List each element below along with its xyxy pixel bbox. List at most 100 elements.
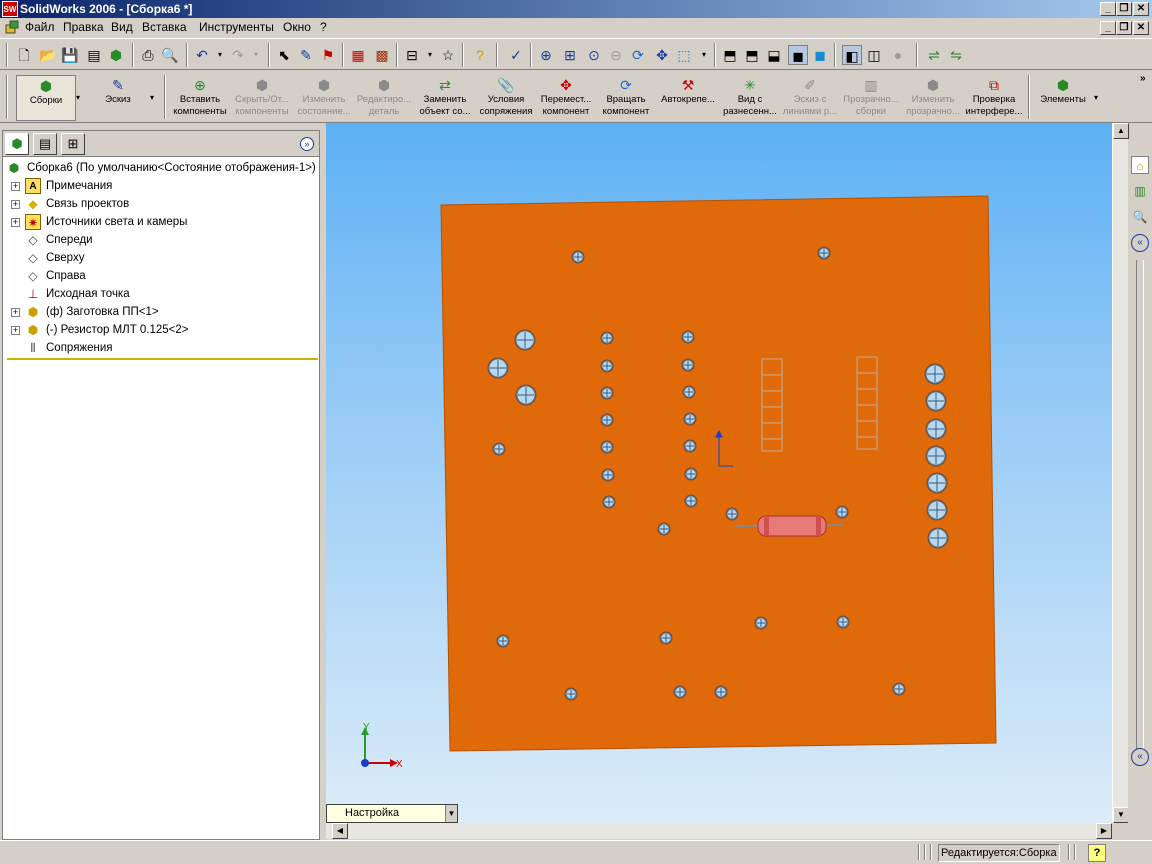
tree-item-front-plane[interactable]: ◇ Спереди — [3, 231, 319, 249]
panel-expand-icon[interactable]: » — [300, 137, 314, 151]
task-pane-divider[interactable] — [1136, 260, 1144, 750]
zoom-in-icon[interactable]: ⊙ — [584, 45, 604, 65]
expand-icon[interactable]: + — [11, 308, 20, 317]
graphics-area[interactable]: Y X — [326, 123, 1112, 823]
undo-dropdown-icon[interactable]: ▾ — [210, 45, 230, 65]
scroll-down-button[interactable]: ▼ — [1113, 807, 1129, 823]
tree-item-mates[interactable]: ⦀ Сопряжения — [3, 339, 319, 357]
assembly-dropdown-icon[interactable]: ▾ — [76, 93, 80, 102]
expand-icon[interactable]: + — [11, 182, 20, 191]
command-hide-show[interactable]: ⬢ Скрыть/От... компоненты — [232, 75, 292, 121]
menu-view[interactable]: Вид — [111, 20, 133, 35]
make-assembly-icon[interactable]: ⬢ — [106, 45, 126, 65]
tree-item-right-plane[interactable]: ◇ Справа — [3, 267, 319, 285]
chevron-down-icon[interactable]: ▼ — [445, 805, 457, 822]
command-rotate[interactable]: ⟳ Вращать компонент — [596, 75, 656, 121]
save-icon[interactable]: 💾 — [60, 45, 80, 65]
redo-dropdown-icon[interactable]: ▾ — [246, 45, 266, 65]
hidden-lines-removed-icon[interactable]: ⬓ — [764, 45, 784, 65]
doc-close-button[interactable]: ✕ — [1133, 21, 1149, 35]
close-button[interactable]: ✕ — [1133, 2, 1149, 16]
redo-icon[interactable]: ↷ — [228, 45, 248, 65]
zoom-area-icon[interactable]: ⊞ — [560, 45, 580, 65]
command-explode-line[interactable]: ✐ Эскиз с линиями р... — [780, 75, 840, 121]
home-icon[interactable]: ⌂ — [1131, 156, 1149, 174]
customize-icon[interactable]: ☆ — [438, 45, 458, 65]
tab-property-manager[interactable]: ▤ — [33, 133, 57, 155]
command-move[interactable]: ✥ Перемест... компонент — [536, 75, 596, 121]
menu-help[interactable]: ? — [320, 20, 327, 35]
scroll-left-button[interactable]: ◀ — [332, 823, 348, 839]
wireframe-icon[interactable]: ⬒ — [720, 45, 740, 65]
shaded-with-edges-icon[interactable]: ◼ — [788, 45, 808, 65]
tree-item-lights[interactable]: + ✷ Источники света и камеры — [3, 213, 319, 231]
command-replace[interactable]: ⇄ Заменить объект со... — [414, 75, 476, 121]
command-sketch[interactable]: ✎ Эскиз — [88, 75, 148, 121]
new-icon[interactable]: 🗋 — [14, 45, 34, 65]
expand-icon[interactable]: + — [11, 200, 20, 209]
title-bar[interactable]: SW SolidWorks 2006 - [Сборка6 *] _ ❐ ✕ — [0, 0, 1152, 18]
command-interference[interactable]: ⧉ Проверка интерфере... — [964, 75, 1024, 121]
file-properties-icon[interactable]: ▦ — [348, 45, 368, 65]
perspective-icon[interactable]: ◫ — [864, 45, 884, 65]
command-explode[interactable]: ✳ Вид с разнесенн... — [720, 75, 780, 121]
horizontal-scrollbar[interactable]: ◀ ▶ — [326, 823, 1112, 839]
command-change-state[interactable]: ⬢ Изменить состояние... — [294, 75, 354, 121]
menu-insert[interactable]: Вставка — [142, 20, 187, 35]
sketch-dropdown-icon[interactable]: ▾ — [150, 93, 154, 102]
task-pane-icon[interactable]: ⊟ — [402, 45, 422, 65]
rotate-view-icon[interactable]: ⟳ — [628, 45, 648, 65]
tab-feature-tree[interactable]: ⬢ — [5, 133, 29, 155]
design-library-icon[interactable]: ▥ — [1131, 182, 1149, 200]
tab-configuration-manager[interactable]: ⊞ — [61, 133, 85, 155]
options-icon[interactable]: ▩ — [372, 45, 392, 65]
toolbar-more-icon[interactable]: » — [1140, 73, 1146, 84]
vertical-scrollbar[interactable]: ▲ ▼ — [1112, 123, 1129, 823]
menu-tools[interactable]: Инструменты — [199, 20, 274, 35]
menu-file[interactable]: Файл — [25, 20, 55, 35]
tree-item-pcb-blank[interactable]: + ⬢ (ф) Заготовка ПП<1> — [3, 303, 319, 321]
zoom-fit-icon[interactable]: ⊕ — [536, 45, 556, 65]
file-explorer-icon[interactable]: 🔍 — [1131, 208, 1149, 226]
doc-restore-button[interactable]: ❐ — [1116, 21, 1132, 35]
pcb-board[interactable] — [440, 195, 997, 752]
tree-item-resistor[interactable]: + ⬢ (-) Резистор МЛТ 0.125<2> — [3, 321, 319, 339]
menu-edit[interactable]: Правка — [63, 20, 104, 35]
doc-minimize-button[interactable]: _ — [1100, 21, 1116, 35]
print-preview-icon[interactable]: 🔍 — [160, 45, 180, 65]
make-drawing-icon[interactable]: ▤ — [84, 45, 104, 65]
tree-item-design-binder[interactable]: + ◆ Связь проектов — [3, 195, 319, 213]
tree-item-origin[interactable]: ⊥ Исходная точка — [3, 285, 319, 303]
collapse-icon[interactable]: « — [1131, 234, 1149, 252]
command-mate[interactable]: 📎 Условия сопряжения — [476, 75, 536, 121]
command-smart-fastener[interactable]: ⚒ Автокрепе... — [658, 75, 718, 121]
configuration-select[interactable]: Настройка ▼ — [326, 804, 458, 823]
command-change-transparency[interactable]: ⬢ Изменить прозрачно... — [902, 75, 964, 121]
scroll-right-button[interactable]: ▶ — [1096, 823, 1112, 839]
help-icon[interactable]: ? — [470, 45, 490, 65]
minimize-button[interactable]: _ — [1100, 2, 1116, 16]
previous-view-icon[interactable]: ✓ — [506, 45, 526, 65]
command-transparency[interactable]: ▥ Прозрачно... сборки — [840, 75, 902, 121]
zoom-selection-icon[interactable]: ⊖ — [606, 45, 626, 65]
rollback-bar[interactable] — [7, 358, 318, 360]
undo-icon[interactable]: ↶ — [192, 45, 212, 65]
expand-pane-icon[interactable]: « — [1131, 748, 1149, 766]
expand-icon[interactable]: + — [11, 218, 20, 227]
features-dropdown-icon[interactable]: ▾ — [1094, 93, 1098, 102]
shadows-icon[interactable]: ◧ — [842, 45, 862, 65]
assembly-doc-icon[interactable] — [4, 19, 20, 35]
shaded-icon[interactable]: ◼ — [810, 45, 830, 65]
view-orientation-icon[interactable]: ⬚ — [674, 45, 694, 65]
print-icon[interactable]: ⎙ — [138, 45, 158, 65]
task-pane-dropdown-icon[interactable]: ▾ — [420, 45, 440, 65]
help-icon[interactable]: ? — [1088, 844, 1106, 862]
open-icon[interactable]: 📂 — [38, 45, 58, 65]
tree-root[interactable]: ⬢ Сборка6 (По умолчанию<Состояние отобра… — [3, 159, 319, 177]
instant-2d-icon[interactable]: ⇋ — [946, 45, 966, 65]
view-orientation-dropdown-icon[interactable]: ▾ — [694, 45, 714, 65]
command-edit-part[interactable]: ⬢ Редактиро... деталь — [354, 75, 414, 121]
scroll-up-button[interactable]: ▲ — [1113, 123, 1129, 139]
select-icon[interactable]: ⬉ — [274, 45, 294, 65]
instant-3d-icon[interactable]: ⇌ — [924, 45, 944, 65]
